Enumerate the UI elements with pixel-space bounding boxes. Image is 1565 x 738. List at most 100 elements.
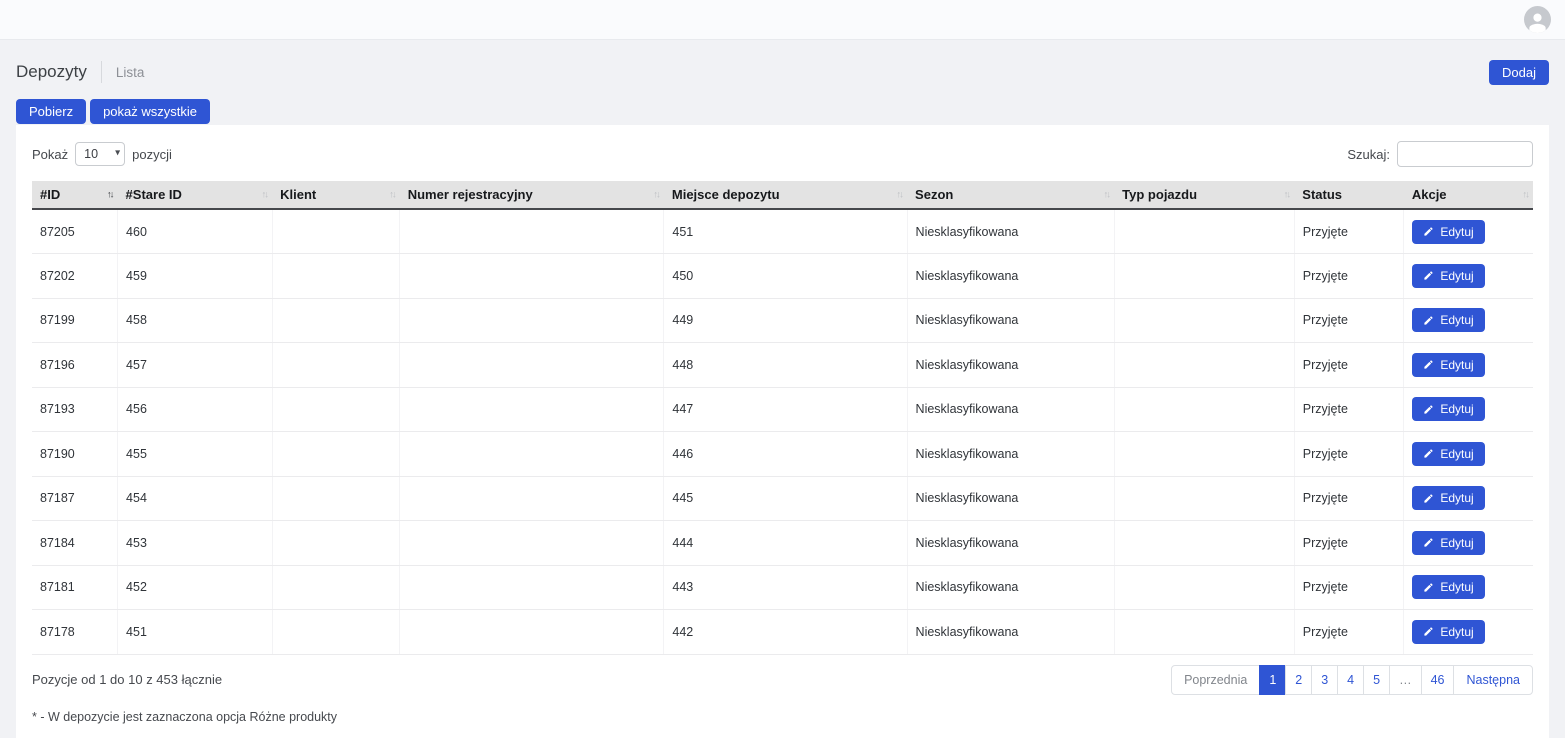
toolbar: Pobierz pokaż wszystkie bbox=[16, 99, 1549, 124]
pagination-page-5[interactable]: 5 bbox=[1363, 665, 1390, 695]
download-button[interactable]: Pobierz bbox=[16, 99, 86, 124]
sort-icon: ↑↓ bbox=[262, 189, 268, 200]
search-control: Szukaj: bbox=[1347, 141, 1533, 167]
cell-status: Przyjęte bbox=[1294, 343, 1404, 388]
cell-numer-rejestracyjny bbox=[400, 432, 664, 477]
column-header-sezon[interactable]: Sezon↑↓ bbox=[907, 181, 1114, 209]
pencil-icon bbox=[1423, 626, 1434, 637]
user-avatar[interactable] bbox=[1524, 6, 1551, 33]
edit-button[interactable]: Edytuj bbox=[1412, 531, 1484, 555]
page-length-select[interactable]: 10 bbox=[75, 142, 125, 166]
title-divider bbox=[101, 61, 102, 83]
cell-akcje: Edytuj bbox=[1404, 432, 1533, 477]
cell-numer-rejestracyjny bbox=[400, 209, 664, 254]
edit-button-label: Edytuj bbox=[1440, 226, 1473, 238]
cell-klient bbox=[272, 343, 400, 388]
column-header-id[interactable]: #ID ↑↓ bbox=[32, 181, 118, 209]
table-row: 87187454445NiesklasyfikowanaPrzyjęteEdyt… bbox=[32, 476, 1533, 521]
add-button[interactable]: Dodaj bbox=[1489, 60, 1549, 85]
cell-numer-rejestracyjny bbox=[400, 476, 664, 521]
column-header-numer-rejestracyjny[interactable]: Numer rejestracyjny↑↓ bbox=[400, 181, 664, 209]
edit-button-label: Edytuj bbox=[1440, 492, 1473, 504]
column-header-klient[interactable]: Klient↑↓ bbox=[272, 181, 400, 209]
edit-button-label: Edytuj bbox=[1440, 581, 1473, 593]
cell-sezon: Niesklasyfikowana bbox=[907, 610, 1114, 655]
edit-button[interactable]: Edytuj bbox=[1412, 486, 1484, 510]
cell-sezon: Niesklasyfikowana bbox=[907, 565, 1114, 610]
pencil-icon bbox=[1423, 359, 1434, 370]
column-label: Akcje bbox=[1412, 187, 1447, 202]
pencil-icon bbox=[1423, 493, 1434, 504]
edit-button-label: Edytuj bbox=[1440, 359, 1473, 371]
cell-sezon: Niesklasyfikowana bbox=[907, 521, 1114, 566]
table-row: 87178451442NiesklasyfikowanaPrzyjęteEdyt… bbox=[32, 610, 1533, 655]
edit-button-label: Edytuj bbox=[1440, 314, 1473, 326]
pagination-info: Pozycje od 1 do 10 z 453 łącznie bbox=[32, 672, 222, 687]
edit-button[interactable]: Edytuj bbox=[1412, 220, 1484, 244]
cell-stare-id: 456 bbox=[118, 387, 273, 432]
deposits-table: #ID↑↓#Stare ID↑↓Klient↑↓Numer rejestracy… bbox=[32, 181, 1533, 655]
table-row: 87181452443NiesklasyfikowanaPrzyjęteEdyt… bbox=[32, 565, 1533, 610]
cell-sezon: Niesklasyfikowana bbox=[907, 343, 1114, 388]
pagination-page-3[interactable]: 3 bbox=[1311, 665, 1338, 695]
cell-sezon: Niesklasyfikowana bbox=[907, 387, 1114, 432]
cell-typ-pojazdu bbox=[1114, 343, 1294, 388]
cell-typ-pojazdu bbox=[1114, 254, 1294, 299]
edit-button[interactable]: Edytuj bbox=[1412, 620, 1484, 644]
search-input[interactable] bbox=[1397, 141, 1533, 167]
cell-typ-pojazdu bbox=[1114, 298, 1294, 343]
pagination-page-1[interactable]: 1 bbox=[1259, 665, 1286, 695]
cell-miejsce-depozytu: 451 bbox=[664, 209, 907, 254]
cell-klient bbox=[272, 565, 400, 610]
deposits-card: Pokaż 10 ▾ pozycji Szukaj: #ID↑↓#Stare I… bbox=[16, 125, 1549, 738]
cell-stare-id: 459 bbox=[118, 254, 273, 299]
cell-numer-rejestracyjny bbox=[400, 254, 664, 299]
cell-akcje: Edytuj bbox=[1404, 610, 1533, 655]
cell-id: 87178 bbox=[32, 610, 118, 655]
cell-status: Przyjęte bbox=[1294, 254, 1404, 299]
cell-stare-id: 455 bbox=[118, 432, 273, 477]
show-all-button[interactable]: pokaż wszystkie bbox=[90, 99, 210, 124]
cell-id: 87181 bbox=[32, 565, 118, 610]
edit-button[interactable]: Edytuj bbox=[1412, 397, 1484, 421]
cell-miejsce-depozytu: 448 bbox=[664, 343, 907, 388]
table-header-row: #ID↑↓#Stare ID↑↓Klient↑↓Numer rejestracy… bbox=[32, 181, 1533, 209]
pagination-previous[interactable]: Poprzednia bbox=[1171, 665, 1260, 695]
cell-status: Przyjęte bbox=[1294, 209, 1404, 254]
cell-id: 87184 bbox=[32, 521, 118, 566]
edit-button[interactable]: Edytuj bbox=[1412, 575, 1484, 599]
cell-stare-id: 452 bbox=[118, 565, 273, 610]
pagination-ellipsis: … bbox=[1389, 665, 1422, 695]
column-header-akcje[interactable]: Akcje ↑↓ bbox=[1404, 181, 1533, 209]
cell-stare-id: 451 bbox=[118, 610, 273, 655]
column-header-typ-pojazdu[interactable]: Typ pojazdu↑↓ bbox=[1114, 181, 1294, 209]
cell-stare-id: 458 bbox=[118, 298, 273, 343]
length-label-after: pozycji bbox=[132, 147, 172, 162]
cell-id: 87196 bbox=[32, 343, 118, 388]
pagination-page-2[interactable]: 2 bbox=[1285, 665, 1312, 695]
pagination-next[interactable]: Następna bbox=[1453, 665, 1533, 695]
pagination-page-46[interactable]: 46 bbox=[1421, 665, 1455, 695]
cell-status: Przyjęte bbox=[1294, 521, 1404, 566]
column-header-stare-id[interactable]: #Stare ID↑↓ bbox=[118, 181, 273, 209]
cell-miejsce-depozytu: 450 bbox=[664, 254, 907, 299]
cell-klient bbox=[272, 521, 400, 566]
pencil-icon bbox=[1423, 315, 1434, 326]
cell-stare-id: 460 bbox=[118, 209, 273, 254]
sort-icon: ↑↓ bbox=[1523, 189, 1529, 200]
edit-button[interactable]: Edytuj bbox=[1412, 264, 1484, 288]
cell-miejsce-depozytu: 444 bbox=[664, 521, 907, 566]
column-label: #ID bbox=[40, 187, 60, 202]
pencil-icon bbox=[1423, 226, 1434, 237]
edit-button[interactable]: Edytuj bbox=[1412, 442, 1484, 466]
page-content: Depozyty Lista Dodaj Pobierz pokaż wszys… bbox=[0, 58, 1565, 738]
table-row: 87202459450NiesklasyfikowanaPrzyjęteEdyt… bbox=[32, 254, 1533, 299]
sort-icon: ↑↓ bbox=[107, 189, 113, 200]
cell-klient bbox=[272, 209, 400, 254]
edit-button[interactable]: Edytuj bbox=[1412, 308, 1484, 332]
pagination-page-4[interactable]: 4 bbox=[1337, 665, 1364, 695]
cell-akcje: Edytuj bbox=[1404, 521, 1533, 566]
edit-button[interactable]: Edytuj bbox=[1412, 353, 1484, 377]
column-header-miejsce-depozytu[interactable]: Miejsce depozytu↑↓ bbox=[664, 181, 907, 209]
sort-icon: ↑↓ bbox=[1104, 189, 1110, 200]
